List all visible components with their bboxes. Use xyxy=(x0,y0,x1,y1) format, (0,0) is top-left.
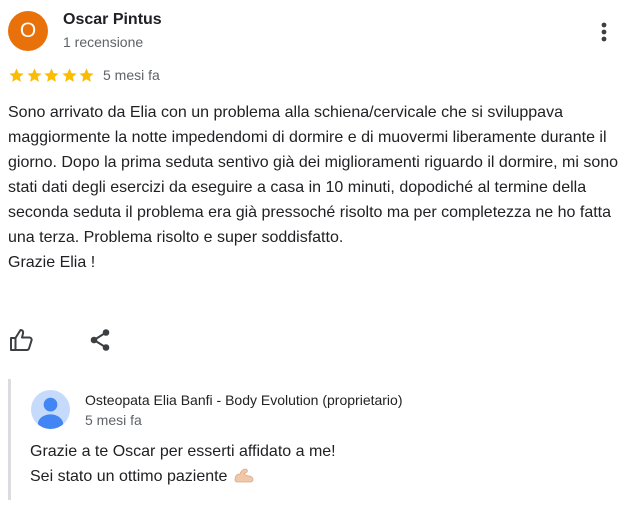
review-text-body: Sono arrivato da Elia con un problema al… xyxy=(8,104,619,246)
owner-reply: Osteopata Elia Banfi - Body Evolution (p… xyxy=(8,379,611,500)
default-person-avatar-icon xyxy=(31,390,70,429)
owner-reply-text: Grazie a te Oscar per esserti affidato a… xyxy=(30,439,590,489)
star-icon xyxy=(26,67,42,82)
review-card: O Oscar Pintus 1 recensione 5 mesi fa So… xyxy=(0,0,623,508)
owner-reply-date: 5 mesi fa xyxy=(85,412,142,428)
author-name[interactable]: Oscar Pintus xyxy=(63,11,162,29)
owner-reply-line-1: Grazie a te Oscar per esserti affidato a… xyxy=(30,443,336,460)
star-icon xyxy=(9,67,24,82)
star-rating xyxy=(8,66,96,84)
thumb-up-icon[interactable] xyxy=(8,327,34,353)
author-initial: O xyxy=(19,19,37,42)
flexed-biceps-icon xyxy=(235,468,254,483)
owner-name: Osteopata Elia Banfi - Body Evolution (p… xyxy=(85,392,403,408)
star-icon xyxy=(44,67,59,82)
review-text: Sono arrivato da Elia con un problema al… xyxy=(8,100,620,275)
author-review-count: 1 recensione xyxy=(63,34,144,50)
share-icon[interactable] xyxy=(89,328,111,352)
star-icon xyxy=(61,67,77,82)
star-icon xyxy=(79,67,94,82)
owner-reply-line-2-wrap: Sei stato un ottimo paziente xyxy=(30,464,590,489)
review-text-closing: Grazie Elia ! xyxy=(8,254,96,271)
owner-reply-line-2: Sei stato un ottimo paziente xyxy=(30,468,228,485)
author-avatar[interactable]: O xyxy=(8,11,48,51)
more-options-icon[interactable] xyxy=(594,20,614,44)
review-date: 5 mesi fa xyxy=(103,67,160,83)
